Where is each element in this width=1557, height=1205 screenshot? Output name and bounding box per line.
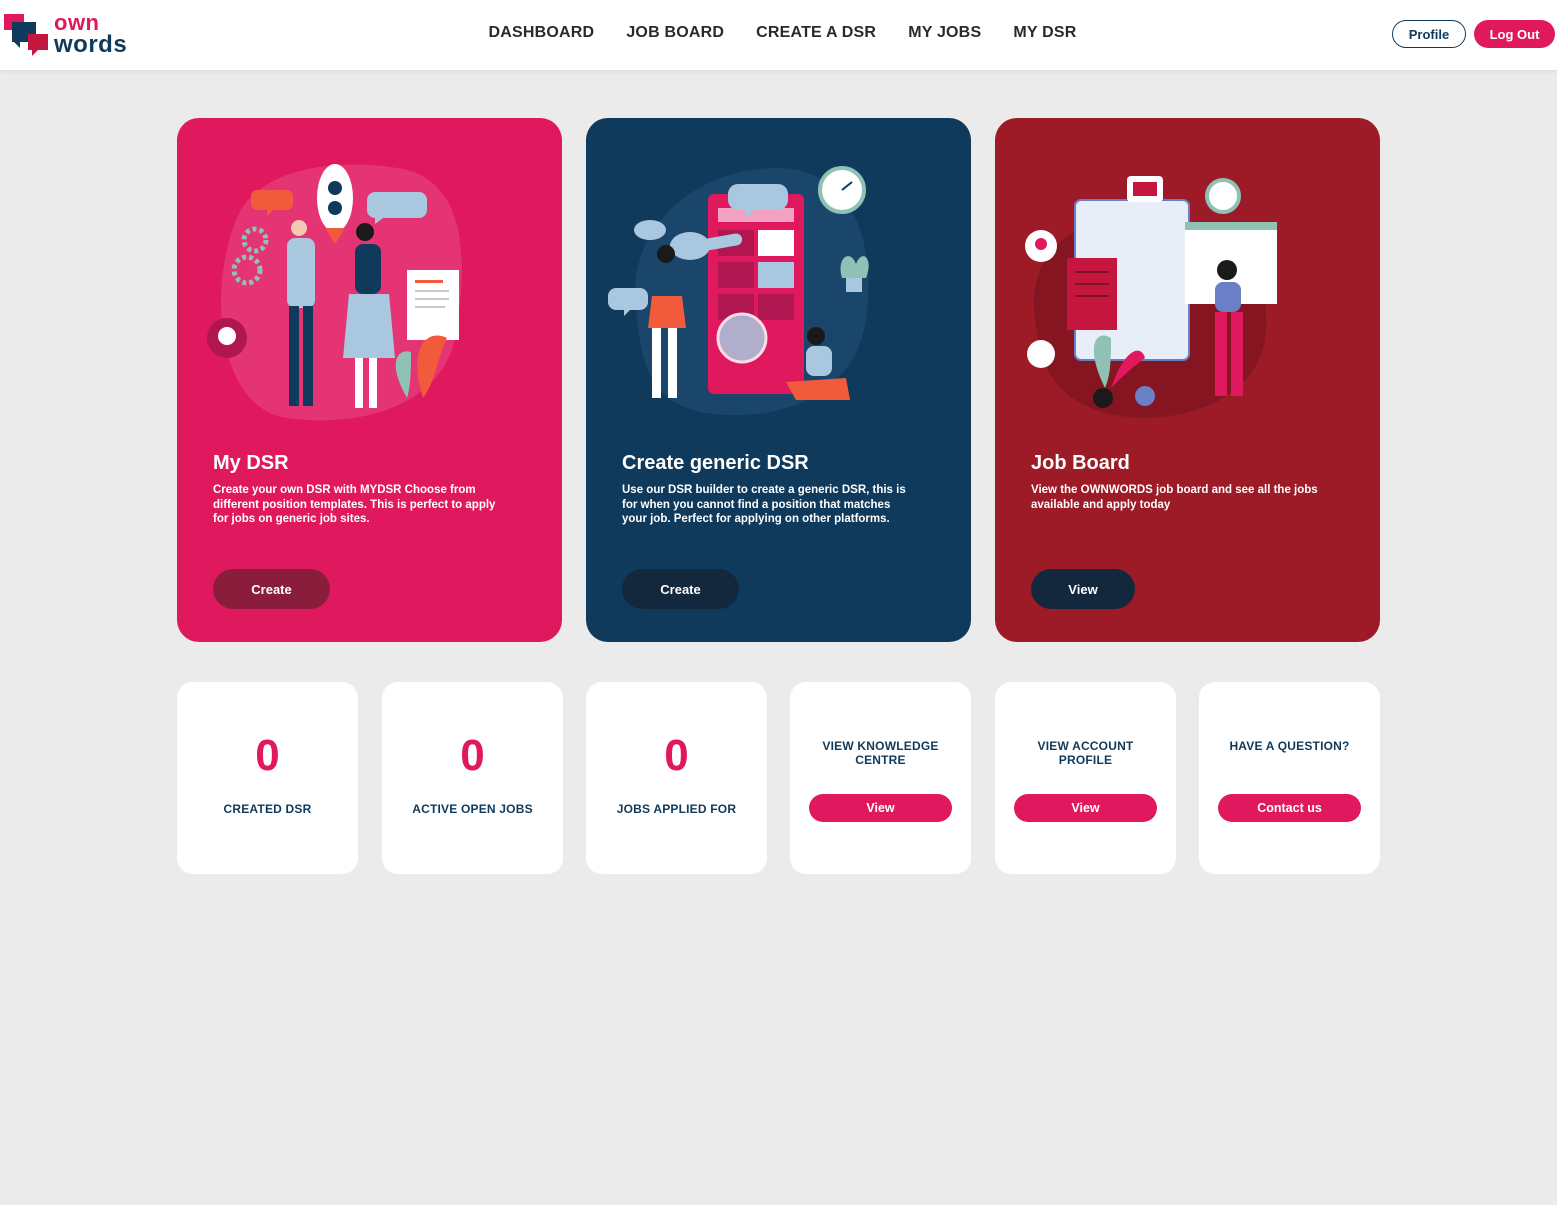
stat-active-open-jobs: 0 ACTIVE OPEN JOBS <box>382 682 563 874</box>
card-title: My DSR <box>213 452 289 474</box>
logo-mark-icon <box>4 14 48 56</box>
account-profile-label: VIEW ACCOUNT PROFILE <box>1037 739 1134 767</box>
card-job-board: Job Board View the OWNWORDS job board an… <box>995 118 1380 642</box>
have-a-question-label: HAVE A QUESTION? <box>1229 739 1350 753</box>
knowledge-centre-view-button[interactable]: View <box>809 794 952 822</box>
nav-dashboard[interactable]: DASHBOARD <box>489 24 595 42</box>
card-title: Job Board <box>1031 452 1130 474</box>
nav-job-board[interactable]: JOB BOARD <box>626 24 724 42</box>
main-nav: DASHBOARD JOB BOARD CREATE A DSR MY JOBS… <box>0 24 1557 42</box>
card-knowledge-centre: VIEW KNOWLEDGE CENTRE View <box>790 682 971 874</box>
account-profile-view-button[interactable]: View <box>1014 794 1157 822</box>
telescope-search-illustration <box>608 166 869 416</box>
handshake-rocket-illustration <box>207 164 462 421</box>
stat-label: ACTIVE OPEN JOBS <box>412 802 533 816</box>
stat-value: 0 <box>460 731 485 780</box>
generic-dsr-create-button[interactable]: Create <box>622 569 739 609</box>
card-description: Use our DSR builder to create a generic … <box>622 484 906 525</box>
nav-create-a-dsr[interactable]: CREATE A DSR <box>756 24 876 42</box>
job-board-view-button[interactable]: View <box>1031 569 1135 609</box>
stat-created-dsr: 0 CREATED DSR <box>177 682 358 874</box>
clipboard-calendar-illustration <box>1025 176 1277 418</box>
logout-button[interactable]: Log Out <box>1474 20 1555 48</box>
ownwords-logo[interactable]: own words <box>4 12 129 58</box>
card-create-generic-dsr: Create generic DSR Use our DSR builder t… <box>586 118 971 642</box>
card-description: Create your own DSR with MYDSR Choose fr… <box>213 484 496 525</box>
logo-text-words: words <box>54 31 128 58</box>
stat-jobs-applied-for: 0 JOBS APPLIED FOR <box>586 682 767 874</box>
card-my-dsr: My DSR Create your own DSR with MYDSR Ch… <box>177 118 562 642</box>
card-account-profile: VIEW ACCOUNT PROFILE View <box>995 682 1176 874</box>
nav-my-jobs[interactable]: MY JOBS <box>908 24 981 42</box>
profile-button[interactable]: Profile <box>1392 20 1466 48</box>
knowledge-centre-label: VIEW KNOWLEDGE CENTRE <box>822 739 939 767</box>
stat-label: CREATED DSR <box>223 802 312 816</box>
card-description: View the OWNWORDS job board and see all … <box>1031 484 1318 511</box>
top-bar: own words DASHBOARD JOB BOARD CREATE A D… <box>0 0 1557 70</box>
nav-my-dsr[interactable]: MY DSR <box>1013 24 1076 42</box>
contact-us-button[interactable]: Contact us <box>1218 794 1361 822</box>
stat-value: 0 <box>255 731 280 780</box>
my-dsr-create-button[interactable]: Create <box>213 569 330 609</box>
stat-label: JOBS APPLIED FOR <box>616 802 737 816</box>
stat-value: 0 <box>664 731 689 780</box>
card-have-a-question: HAVE A QUESTION? Contact us <box>1199 682 1380 874</box>
card-title: Create generic DSR <box>622 452 809 474</box>
